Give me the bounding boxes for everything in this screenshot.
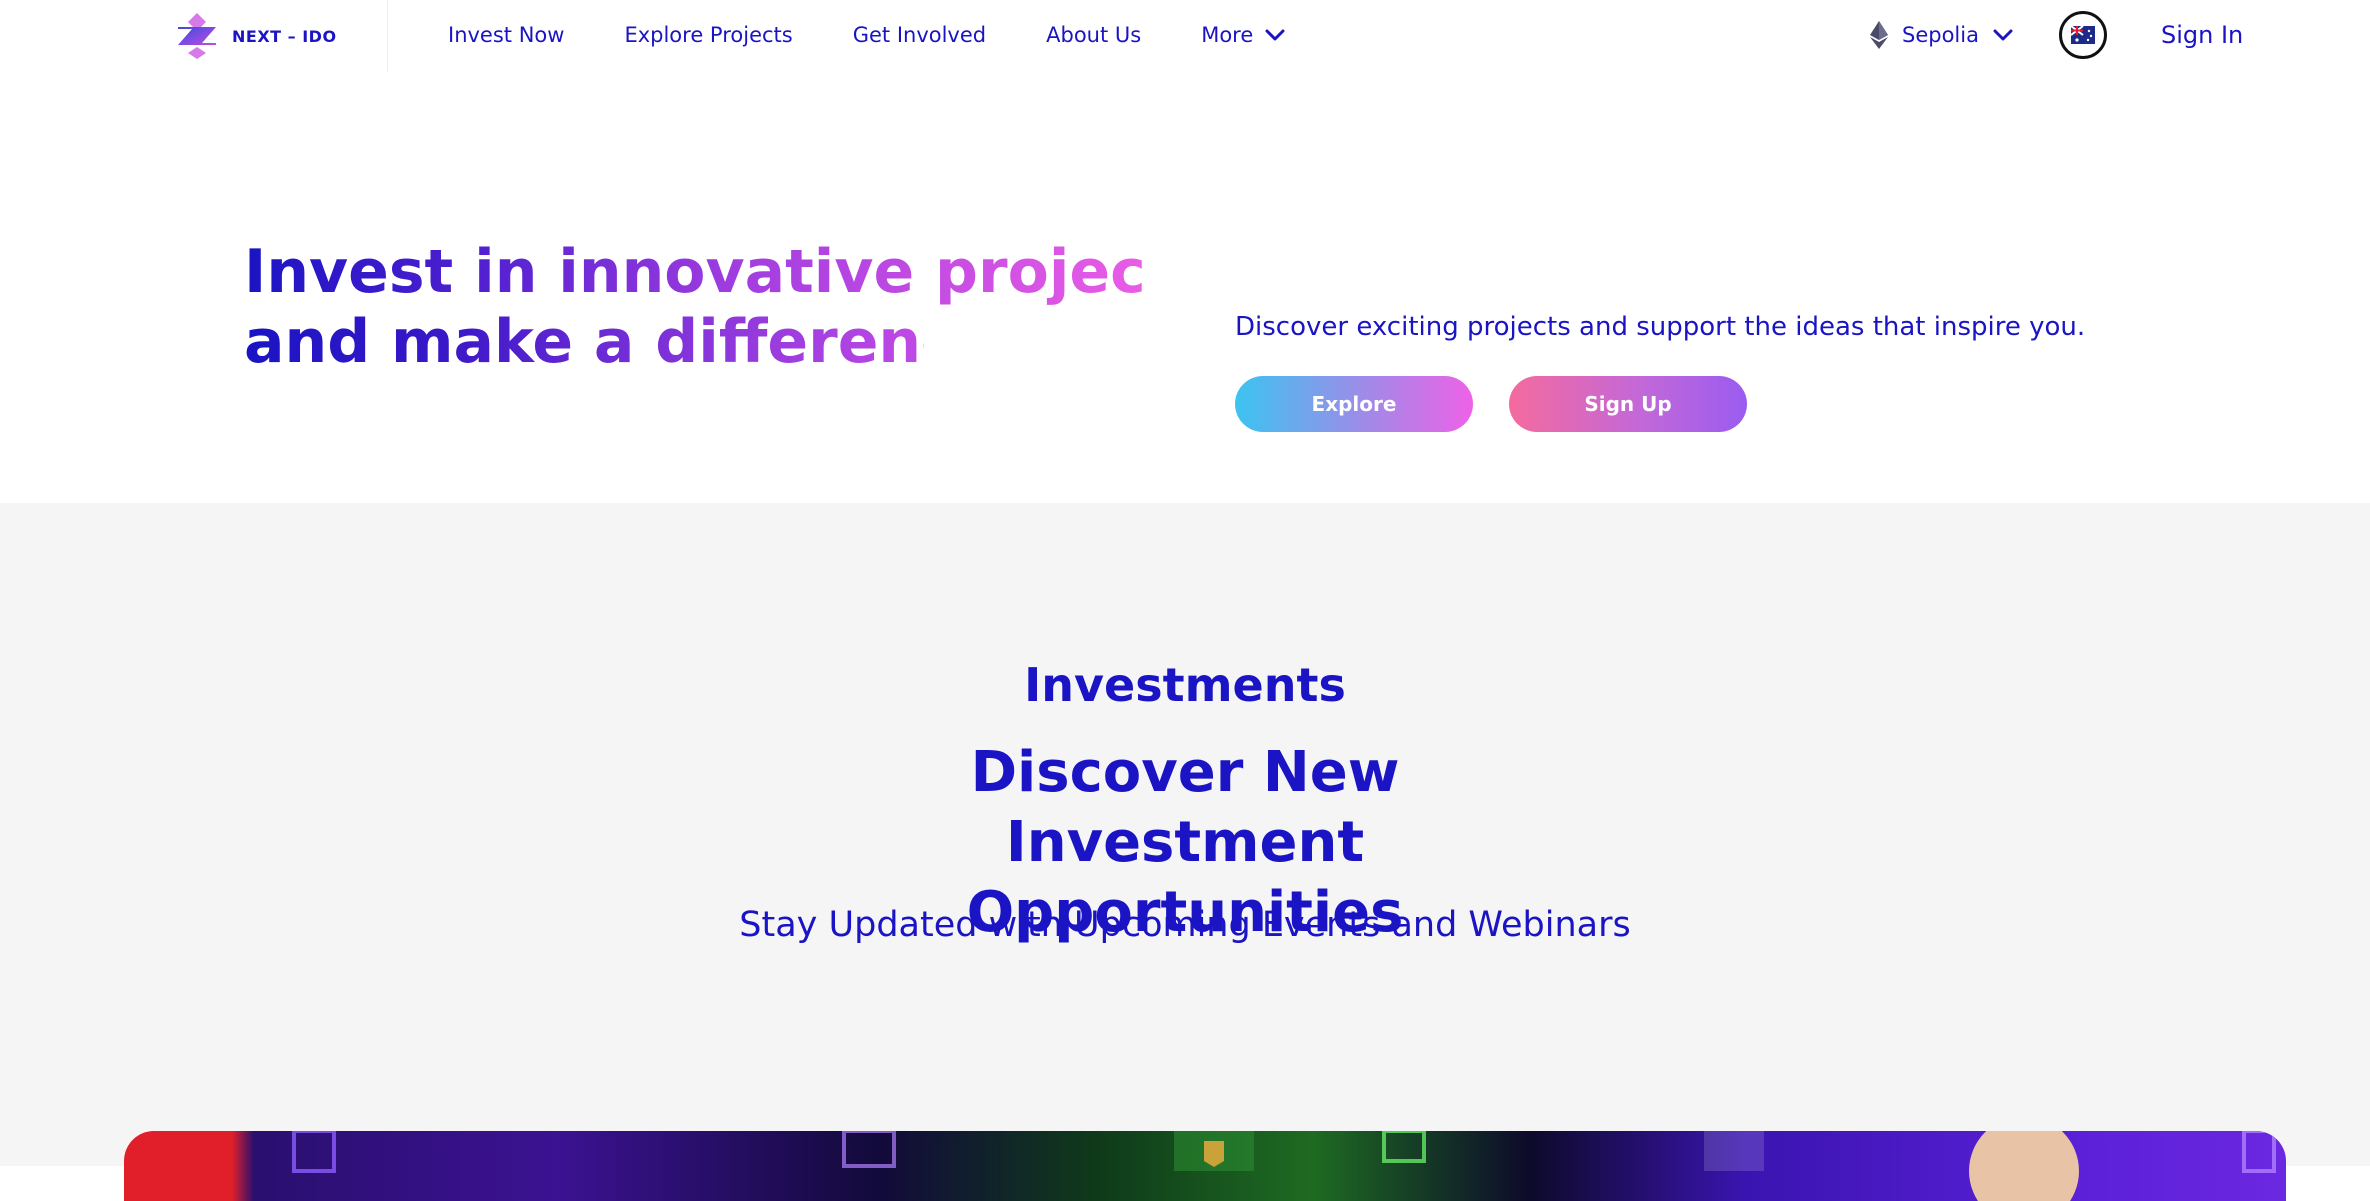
- featured-projects-banner[interactable]: [124, 1131, 2286, 1201]
- nav-more-dropdown[interactable]: More: [1201, 23, 1285, 47]
- ethereum-icon: [1870, 21, 1888, 49]
- hero-title-line-2: and make a difference: [244, 307, 998, 377]
- explore-button[interactable]: Explore: [1235, 376, 1473, 432]
- chevron-down-icon: [1265, 29, 1285, 41]
- brand-logo[interactable]: NEXT – IDO: [172, 12, 337, 60]
- investments-title-line-1: Discover New Investment: [970, 740, 1400, 875]
- australia-flag-icon: [2070, 26, 2095, 44]
- nav-more-label: More: [1201, 23, 1254, 47]
- investments-subtitle: Stay Updated with Upcoming Events and We…: [739, 905, 1631, 945]
- site-header: NEXT – IDO Invest Now Explore Projects G…: [0, 0, 2370, 76]
- brand-name: NEXT – IDO: [232, 26, 337, 46]
- nav-explore-projects[interactable]: Explore Projects: [624, 23, 792, 47]
- nav-get-involved[interactable]: Get Involved: [853, 23, 986, 47]
- banner-artwork: [292, 1131, 2276, 1201]
- sign-up-button[interactable]: Sign Up: [1509, 376, 1747, 432]
- nav-invest-now[interactable]: Invest Now: [448, 23, 564, 47]
- logo-icon: [178, 13, 216, 59]
- investments-section: Investments Discover New Investment Oppo…: [0, 503, 2370, 1166]
- nav-about-us[interactable]: About Us: [1046, 23, 1141, 47]
- hero-title: Invest in innovative projects and make a…: [244, 237, 1211, 377]
- investments-label: Investments: [1024, 658, 1346, 712]
- header-divider: [387, 0, 388, 76]
- chevron-down-icon: [1993, 29, 2013, 41]
- hero-section: Invest in innovative projects and make a…: [0, 72, 2370, 502]
- main-nav: Invest Now Explore Projects Get Involved…: [448, 0, 1345, 70]
- header-right-controls: Sepolia Sign In: [1870, 0, 2243, 70]
- hero-description: Discover exciting projects and support t…: [1235, 312, 2086, 342]
- sign-in-link[interactable]: Sign In: [2161, 21, 2243, 49]
- network-label: Sepolia: [1902, 23, 1979, 47]
- hero-title-line-1: Invest in innovative projects: [244, 237, 1211, 307]
- language-selector[interactable]: [2058, 11, 2107, 59]
- network-selector[interactable]: Sepolia: [1870, 21, 2013, 49]
